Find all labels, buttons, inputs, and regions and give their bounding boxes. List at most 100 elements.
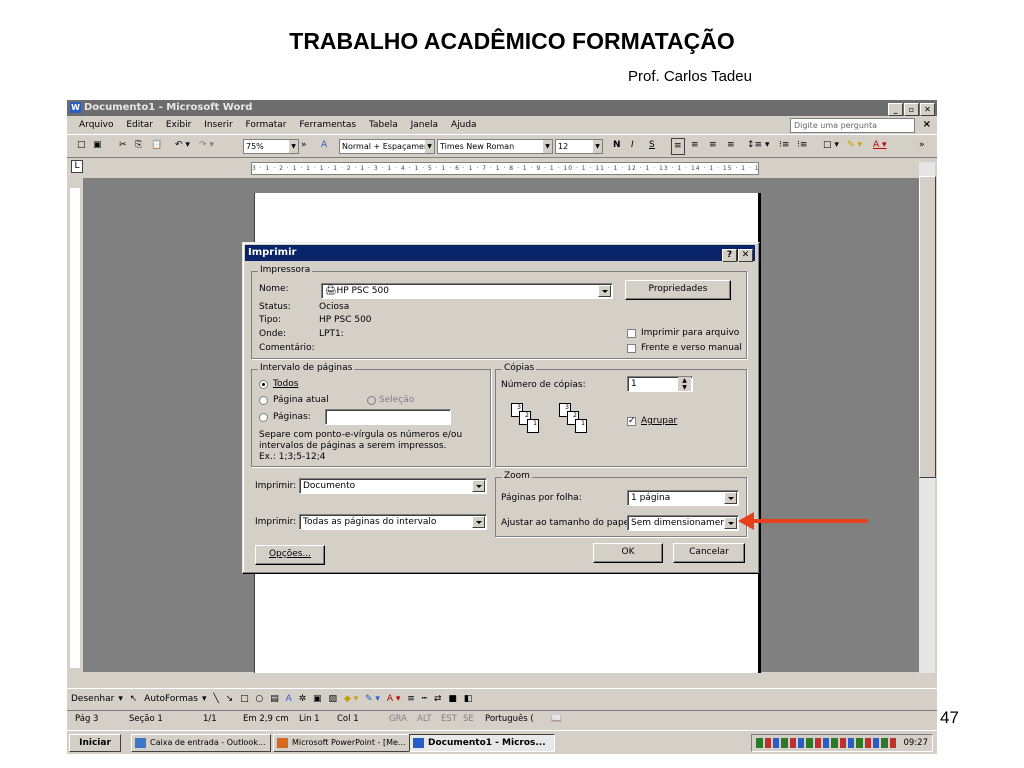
toolbar-more-icon[interactable]: » [919,138,925,153]
diagram-icon[interactable]: ✲ [299,694,307,704]
pages-radio[interactable] [259,413,268,422]
line-icon[interactable]: ╲ [213,694,218,704]
printer-name-select[interactable]: 🖨HP PSC 500 [321,283,613,299]
menu-tabela[interactable]: Tabela [369,120,398,130]
ok-button[interactable]: OK [593,543,663,563]
minimize-button[interactable]: _ [888,103,903,116]
copy-icon[interactable]: ⎘ [135,138,142,153]
task-outlook[interactable]: Caixa de entrada - Outlook... [131,734,271,752]
fill-color-icon[interactable]: ◆ ▾ [344,694,358,704]
spin-down-icon[interactable]: ▼ [678,384,691,391]
font-select[interactable]: Times New Roman ▼ [437,139,553,154]
border-icon[interactable]: □ ▾ [823,138,839,153]
bold-button[interactable]: N [613,138,621,153]
collate-label[interactable]: Agrupar [641,416,677,426]
font-size-select[interactable]: 12 ▼ [555,139,603,154]
status-alt[interactable]: ALT [417,711,432,728]
picture-icon[interactable]: ▨ [328,694,337,704]
italic-button[interactable]: I [631,138,634,153]
print-to-file-label[interactable]: Imprimir para arquivo [641,328,739,338]
horizontal-scrollbar[interactable] [67,673,937,685]
shadow-icon[interactable]: ■ [448,694,457,704]
justify-icon[interactable]: ≡ [727,138,735,153]
help-button[interactable]: ? [722,249,737,262]
wordart-icon[interactable]: A [286,694,292,704]
selection-label[interactable]: Seleção [379,395,414,405]
rectangle-icon[interactable]: □ [240,694,249,704]
start-button[interactable]: Iniciar [69,734,121,752]
cancel-button[interactable]: Cancelar [673,543,745,563]
3d-icon[interactable]: ◧ [464,694,473,704]
arrow-icon[interactable]: ↘ [226,694,234,704]
selection-radio[interactable] [367,396,376,405]
textbox-icon[interactable]: ▤ [270,694,279,704]
manual-duplex-checkbox[interactable] [627,344,636,353]
styles-icon[interactable]: A [321,138,327,153]
current-page-label[interactable]: Página atual [273,395,329,405]
dash-style-icon[interactable]: ┅ [422,694,427,704]
font-color-icon[interactable]: A ▾ [873,138,887,153]
copies-spinner[interactable]: 1 ▲ ▼ [627,376,693,392]
restore-button[interactable]: ▫ [904,103,919,116]
line-color-icon[interactable]: ✎ ▾ [365,694,380,704]
align-right-icon[interactable]: ≡ [709,138,717,153]
scale-to-paper-select[interactable]: Sem dimensionamento [627,515,739,531]
print-what-select[interactable]: Documento [299,478,487,494]
font-color-draw-icon[interactable]: A ▾ [387,694,401,704]
vertical-ruler[interactable] [69,178,81,672]
paste-icon[interactable]: 📋 [151,138,162,153]
close-button[interactable]: ✕ [920,103,935,116]
dialog-close-button[interactable]: ✕ [738,249,753,262]
new-document-icon[interactable]: □ [77,138,86,153]
spelling-status-icon[interactable]: 📖 [551,711,562,728]
pages-per-sheet-select[interactable]: 1 página [627,490,739,506]
properties-button[interactable]: Propriedades [625,280,731,300]
menu-ferramentas[interactable]: Ferramentas [299,120,356,130]
line-spacing-icon[interactable]: ↕≡ ▾ [747,138,769,153]
ask-question-input[interactable]: Digite uma pergunta [790,118,915,133]
print-pages-select[interactable]: Todas as páginas do intervalo [299,514,487,530]
all-pages-radio[interactable] [259,380,268,389]
menu-inserir[interactable]: Inserir [204,120,233,130]
select-objects-icon[interactable]: ↖ [130,694,138,704]
menu-exibir[interactable]: Exibir [166,120,191,130]
status-est[interactable]: EST [441,711,457,728]
all-pages-label[interactable]: Todos [273,379,298,389]
redo-icon[interactable]: ↷ ▾ [199,138,214,153]
tray-icons[interactable] [756,738,896,748]
clipart-icon[interactable]: ▣ [313,694,322,704]
menu-ajuda[interactable]: Ajuda [451,120,477,130]
zoom-select[interactable]: 75% ▼ [243,139,299,154]
align-center-icon[interactable]: ≡ [691,138,699,153]
align-left-icon[interactable]: ≡ [671,138,685,155]
status-gra[interactable]: GRA [389,711,407,728]
pages-input[interactable] [325,409,451,425]
menu-editar[interactable]: Editar [126,120,153,130]
options-button[interactable]: Opções... [255,545,325,565]
numbering-icon[interactable]: ⁝≡ [779,138,789,153]
cut-icon[interactable]: ✂ [119,138,127,153]
undo-icon[interactable]: ↶ ▾ [175,138,190,153]
menu-arquivo[interactable]: Arquivo [79,120,113,130]
task-word[interactable]: Documento1 - Micros... [409,734,555,752]
toolbar-options-icon[interactable]: » [301,138,307,153]
line-style-icon[interactable]: ≡ [407,694,415,704]
menu-janela[interactable]: Janela [411,120,438,130]
tab-stop-icon[interactable]: L [71,160,83,173]
horizontal-ruler[interactable]: 3 · 1 · 2 · 1 · 1 · 1 · 1 · 2 · 1 · 3 · … [251,162,759,175]
vertical-scrollbar[interactable] [919,162,936,674]
highlight-icon[interactable]: ✎ ▾ [847,138,862,153]
status-se[interactable]: SE [463,711,474,728]
print-to-file-checkbox[interactable] [627,329,636,338]
task-powerpoint[interactable]: Microsoft PowerPoint - [Me... [273,734,413,752]
save-icon[interactable]: ▣ [93,138,102,153]
collate-checkbox[interactable]: ✓ [627,417,636,426]
style-select[interactable]: Normal + Espaçamen ▼ [339,139,435,154]
bullets-icon[interactable]: ⁝≡ [797,138,807,153]
draw-menu[interactable]: Desenhar [71,694,114,704]
autoshapes-menu[interactable]: AutoFormas [144,694,198,704]
spin-up-icon[interactable]: ▲ [678,377,691,384]
manual-duplex-label[interactable]: Frente e verso manual [641,343,742,353]
oval-icon[interactable]: ○ [255,694,263,704]
menu-formatar[interactable]: Formatar [246,120,287,130]
